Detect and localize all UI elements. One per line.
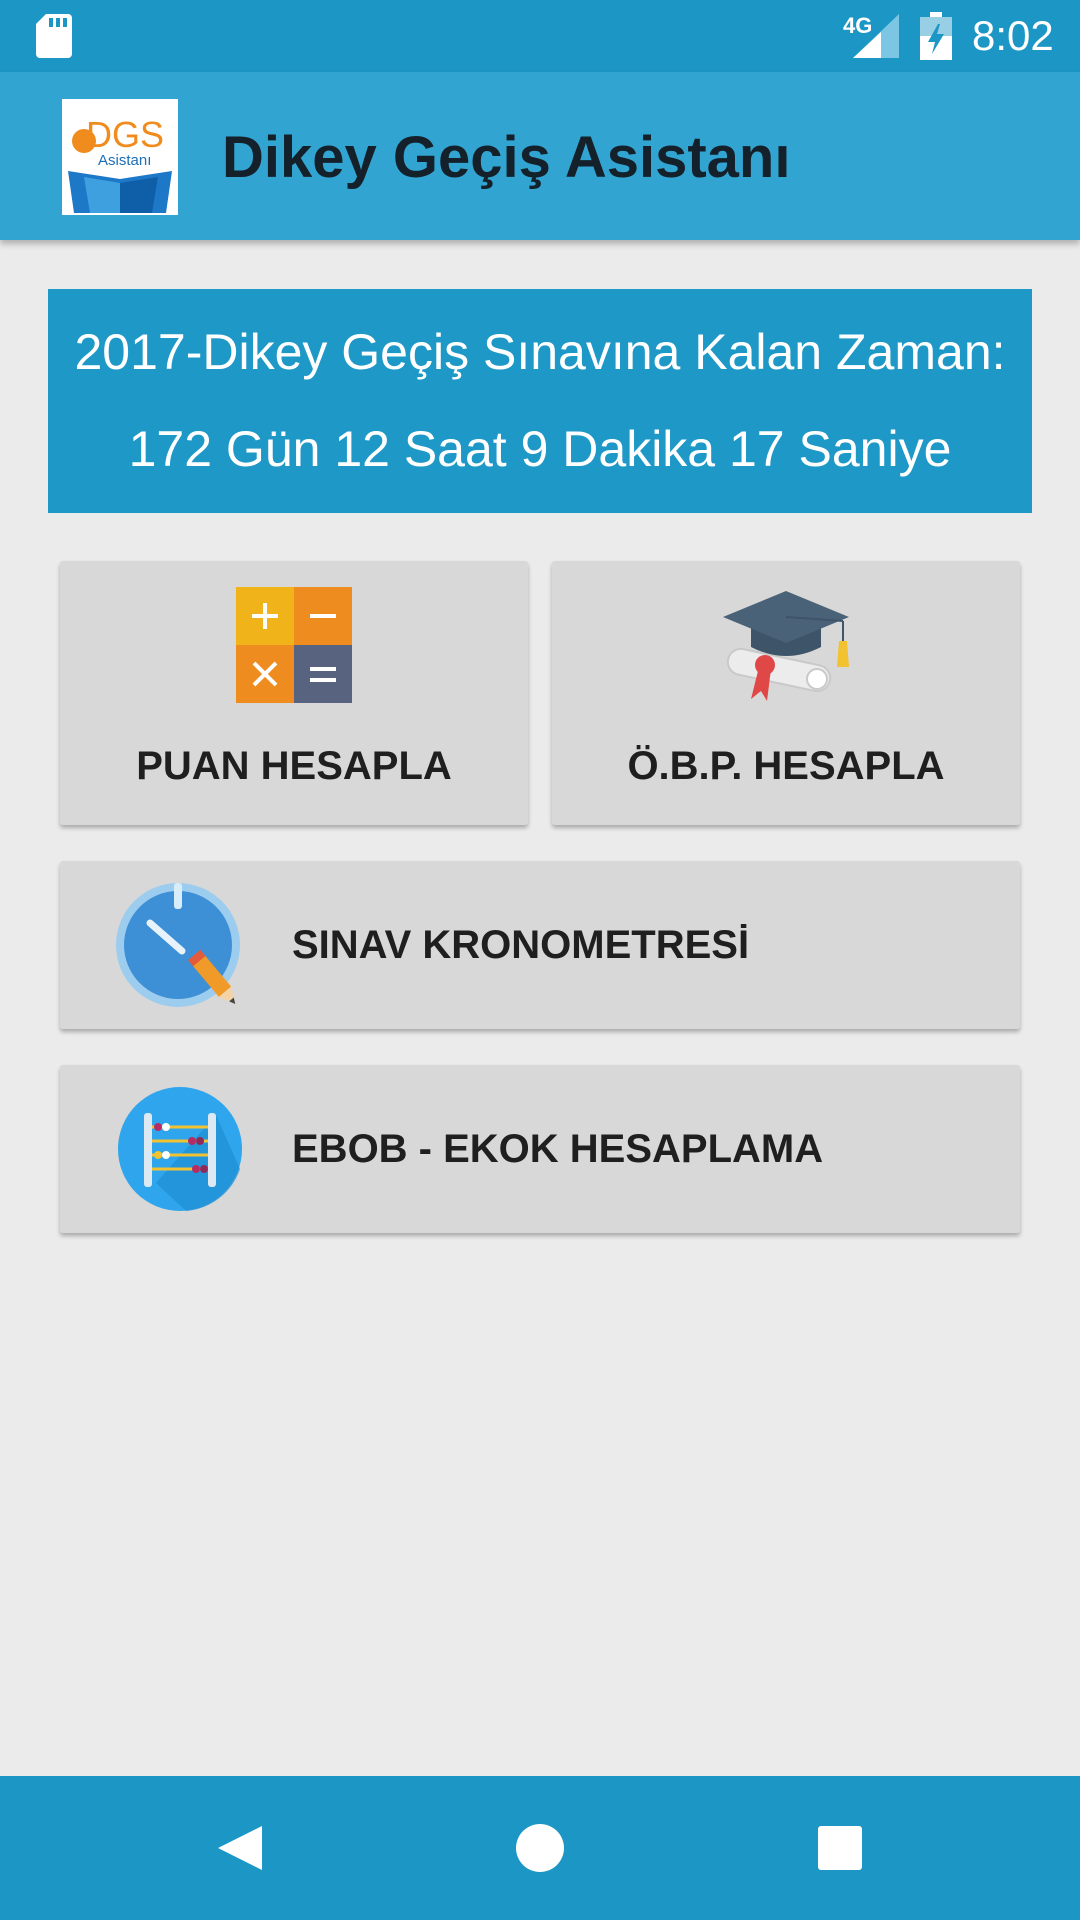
back-button[interactable] bbox=[180, 1776, 300, 1920]
home-button[interactable] bbox=[480, 1776, 600, 1920]
logo-subtext: Asistanı bbox=[98, 152, 151, 169]
obp-hesapla-label: Ö.B.P. HESAPLA bbox=[627, 744, 945, 788]
back-icon bbox=[218, 1826, 262, 1870]
dgs-logo-icon: DGS Asistanı bbox=[68, 114, 172, 213]
abacus-icon bbox=[118, 1087, 242, 1211]
graduation-cap-icon bbox=[723, 591, 849, 701]
countdown-title: 2017-Dikey Geçiş Sınavına Kalan Zaman: bbox=[74, 324, 1006, 380]
ebob-ekok-button[interactable]: EBOB - EKOK HESAPLAMA bbox=[60, 1065, 1020, 1233]
signal-icon bbox=[853, 14, 899, 58]
puan-hesapla-button[interactable]: PUAN HESAPLA bbox=[60, 561, 528, 825]
logo-text: DGS bbox=[86, 114, 164, 155]
ebob-ekok-label: EBOB - EKOK HESAPLAMA bbox=[292, 1127, 824, 1171]
sd-card-icon bbox=[36, 14, 72, 58]
recents-button[interactable] bbox=[780, 1776, 900, 1920]
puan-hesapla-label: PUAN HESAPLA bbox=[136, 744, 452, 788]
countdown-banner: 2017-Dikey Geçiş Sınavına Kalan Zaman: 1… bbox=[48, 289, 1032, 513]
home-icon bbox=[516, 1824, 564, 1872]
countdown-value: 172 Gün 12 Saat 9 Dakika 17 Saniye bbox=[128, 421, 952, 477]
status-bar: 4G 8:02 bbox=[0, 0, 1080, 72]
stopwatch-icon bbox=[116, 883, 240, 1007]
app-bar: DGS Asistanı Dikey Geçiş Asistanı bbox=[0, 72, 1080, 240]
sinav-kronometresi-label: SINAV KRONOMETRESİ bbox=[292, 923, 750, 967]
status-clock: 8:02 bbox=[972, 12, 1054, 59]
navigation-bar bbox=[0, 1776, 1080, 1920]
calculator-icon bbox=[236, 587, 352, 703]
battery-charging-icon bbox=[920, 12, 952, 60]
sinav-kronometresi-button[interactable]: SINAV KRONOMETRESİ bbox=[60, 861, 1020, 1029]
recents-icon bbox=[818, 1826, 862, 1870]
obp-hesapla-button[interactable]: Ö.B.P. HESAPLA bbox=[552, 561, 1020, 825]
app-title: Dikey Geçiş Asistanı bbox=[222, 125, 791, 190]
app-logo: DGS Asistanı bbox=[62, 99, 178, 215]
